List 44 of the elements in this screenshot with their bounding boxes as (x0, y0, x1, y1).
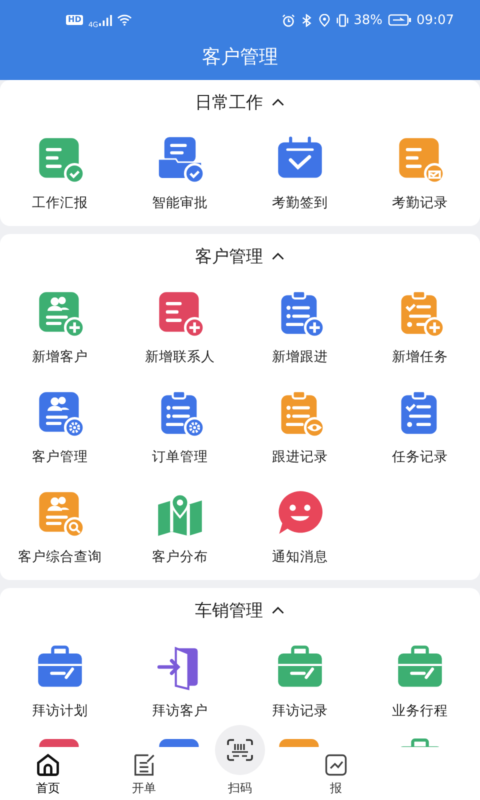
scan-button[interactable] (215, 725, 265, 775)
battery-percent: 38% (354, 12, 383, 28)
battery-icon (388, 14, 412, 26)
chevron-icon[interactable] (271, 252, 285, 260)
nav-label[interactable]: 首页 (36, 780, 60, 797)
scan-icon (227, 739, 253, 761)
location-icon (318, 14, 331, 26)
chevron-icon[interactable] (271, 98, 285, 106)
menu-label[interactable]: 客户综合查询 (18, 548, 102, 566)
clock-time: 09:07 (416, 12, 454, 28)
hd-badge: HD (66, 15, 84, 25)
menu-label[interactable]: 客户分布 (152, 548, 208, 566)
menu-label[interactable]: 客户管理 (32, 448, 88, 466)
menu-label[interactable]: 新增任务 (392, 348, 448, 366)
chevron-icon[interactable] (271, 606, 285, 614)
menu-label[interactable]: 新增客户 (32, 348, 88, 366)
wifi-icon (117, 14, 132, 26)
section-title: 车销管理 (195, 600, 263, 622)
menu-label[interactable]: 任务记录 (392, 448, 448, 466)
menu-label[interactable]: 通知消息 (272, 548, 328, 566)
nav-label[interactable]: 报 (330, 780, 342, 797)
menu-label[interactable]: 订单管理 (152, 448, 208, 466)
menu-label[interactable]: 考勤签到 (272, 194, 328, 212)
nav-label[interactable]: 开单 (132, 780, 156, 797)
menu-label[interactable]: 拜访计划 (32, 702, 88, 720)
menu-label[interactable]: 新增跟进 (272, 348, 328, 366)
menu-label[interactable]: 工作汇报 (32, 194, 88, 212)
section-title: 日常工作 (195, 92, 263, 114)
menu-label[interactable]: 新增联系人 (145, 348, 215, 366)
bluetooth-icon (300, 14, 313, 26)
home-icon[interactable] (35, 752, 61, 778)
signal-icon (99, 14, 112, 26)
vibrate-icon (336, 14, 349, 26)
menu-label[interactable]: 业务行程 (392, 702, 448, 720)
menu-label[interactable]: 拜访记录 (272, 702, 328, 720)
menu-label[interactable]: 智能审批 (152, 194, 208, 212)
report-icon[interactable] (323, 752, 349, 778)
alarm-icon (282, 14, 295, 26)
nav-label[interactable]: 扫码 (228, 780, 252, 797)
menu-label[interactable]: 拜访客户 (152, 702, 208, 720)
menu-label[interactable]: 考勤记录 (392, 194, 448, 212)
menu-label[interactable]: 跟进记录 (272, 448, 328, 466)
section-title: 客户管理 (195, 246, 263, 268)
page-title: 客户管理 (201, 45, 279, 70)
